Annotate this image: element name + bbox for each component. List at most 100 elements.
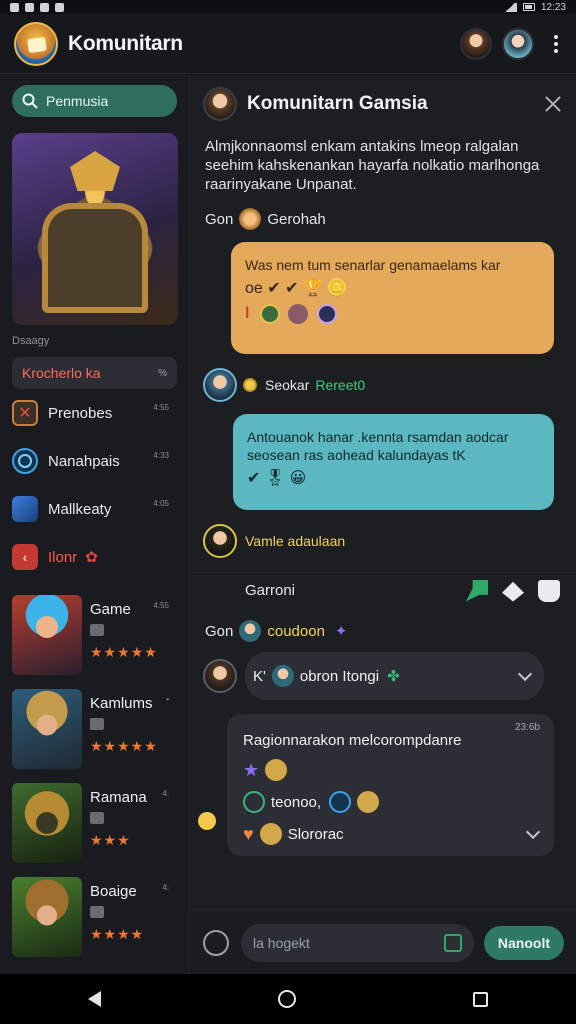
star-rating: ★★★★★ — [90, 738, 158, 754]
message-text: Was nem tum senarlar genamaelams kar — [245, 257, 501, 273]
sidebar-item-label: Mallkeaty — [48, 500, 112, 518]
more-options-icon[interactable] — [550, 31, 562, 57]
emoji-icon[interactable] — [203, 929, 229, 956]
message-sender-row: Gon Gerohah — [191, 208, 576, 230]
heart-icon: ♥ — [243, 823, 254, 844]
recent-apps-icon[interactable] — [472, 991, 488, 1007]
game-name: Ramana — [90, 789, 147, 806]
tool-row: Garroni — [191, 572, 576, 608]
game-thumbnail — [12, 595, 82, 675]
sidebar-item-label: Nanahpais — [48, 452, 120, 470]
game-card[interactable]: Boaige ★★★★ 4: — [12, 877, 177, 957]
sidebar-item-meta: 4:55 — [153, 403, 169, 412]
scroll-to-bottom-button[interactable] — [198, 812, 216, 830]
game-meta: 4: — [162, 789, 169, 798]
reaction-avatar[interactable] — [288, 304, 309, 324]
chat-avatar[interactable] — [203, 87, 237, 121]
status-bar: 12:23 — [0, 0, 576, 14]
battery-icon — [522, 3, 535, 11]
sidebar-item-prenobes[interactable]: ✕ Prenobes 4:55 — [12, 389, 177, 437]
game-thumbnail — [12, 689, 82, 769]
collapsible-thread[interactable]: K' obron Itongi ✤ — [245, 652, 544, 700]
arrow-icon: ‹ — [12, 544, 38, 570]
row-label: coudoon — [267, 622, 325, 640]
sender-prefix: Gon — [205, 210, 234, 228]
game-meta: 4:55 — [153, 601, 169, 610]
card-emoji-row: ★ — [243, 759, 538, 781]
row-avatar[interactable] — [239, 620, 262, 642]
card-title: Ragionnarakon melcorompdanre — [243, 732, 462, 749]
notification-icon — [55, 2, 64, 12]
message-bubble[interactable]: Was nem tum senarlar genamaelams kar oe … — [231, 242, 554, 354]
badge-icon — [265, 759, 288, 781]
send-button[interactable]: Nanoolt — [483, 925, 564, 960]
accordion-row: K' obron Itongi ✤ — [191, 652, 576, 700]
message-input[interactable]: la hogekt — [241, 923, 474, 962]
card-line-text: Slororac — [287, 825, 344, 843]
sidebar-item-nanahpais[interactable]: Nanahpais 4:33 — [12, 437, 177, 485]
thermometer-icon: ǀ — [245, 305, 250, 323]
section-tag: % — [158, 367, 167, 379]
sender-avatar[interactable] — [239, 208, 262, 230]
user-row[interactable]: Vamle adaulaan — [191, 524, 576, 558]
sidebar-item-meta: 4:05 — [153, 499, 169, 508]
featured-hero-image[interactable] — [12, 133, 178, 325]
search-input[interactable]: Penmusia — [12, 85, 177, 117]
game-card[interactable]: Ramana ★★★ 4: — [12, 783, 177, 863]
message-text: Antouanok hanar .kennta rsamdan aodcar s… — [247, 429, 509, 463]
app-title: Komunitarn — [68, 31, 183, 55]
gon-row: Gon coudoon ✦ — [191, 620, 576, 642]
message-emoji: oe ✔ ✔ 🏆 🪙 — [245, 280, 348, 297]
sender-avatar[interactable] — [203, 368, 237, 402]
user-avatar[interactable] — [460, 27, 492, 60]
reaction-avatar[interactable] — [259, 304, 280, 324]
lightning-icon: ✦ — [334, 623, 348, 640]
sender-avatar[interactable] — [203, 659, 237, 693]
message-card[interactable]: 23:6b Ragionnarakon melcorompdanre ★ teo… — [227, 714, 554, 856]
close-icon[interactable] — [542, 93, 564, 115]
gamepad-icon — [90, 718, 104, 730]
app-header: Komunitarn — [0, 14, 576, 74]
music-icon[interactable] — [502, 581, 524, 602]
game-thumbnail — [12, 877, 82, 957]
attach-icon[interactable] — [443, 933, 462, 952]
sidebar-item-mallkeaty[interactable]: Mallkeaty 4:05 — [12, 485, 177, 533]
friend-avatar[interactable] — [502, 27, 534, 60]
card-line: teonoo, — [243, 791, 538, 813]
game-name: Game — [90, 601, 131, 618]
home-icon[interactable] — [277, 990, 296, 1008]
notification-icons — [10, 2, 64, 12]
game-card[interactable]: Kamlums ★★★★★ • — [12, 689, 177, 769]
game-meta: 4: — [162, 883, 169, 892]
hero-caption: Dsaagy — [12, 335, 50, 347]
gamepad-icon — [90, 812, 104, 824]
game-name: Boaige — [90, 883, 137, 900]
sidebar-item-ilonr[interactable]: ‹ Ilonr ✿ — [12, 533, 177, 581]
sidebar-item-label: Ilonr — [48, 548, 78, 566]
cup-icon[interactable] — [538, 579, 560, 602]
section-header[interactable]: Krocherlo ka % — [12, 357, 177, 389]
reaction-avatar[interactable] — [316, 304, 337, 324]
thread-label: obron Itongi — [299, 667, 380, 685]
sender-status: Rereet0 — [315, 377, 366, 393]
sender-name: Gerohah — [267, 210, 326, 228]
tool-row-label: Garroni — [245, 582, 296, 599]
notification-icon — [25, 2, 34, 12]
chevron-down-icon[interactable] — [517, 666, 533, 682]
game-card[interactable]: Game ★★★★★ 4:55 — [12, 595, 177, 675]
chat-panel: Komunitarn Gamsia Almjkonnaomsl enkam an… — [191, 75, 576, 974]
gamepad-icon — [90, 906, 104, 918]
chat-header: Komunitarn Gamsia — [191, 75, 576, 133]
sidebar-item-label: Prenobes — [48, 404, 113, 422]
chevron-down-icon[interactable] — [525, 824, 541, 840]
message-bubble[interactable]: Antouanok hanar .kennta rsamdan aodcar s… — [233, 414, 554, 510]
status-time: 12:23 — [540, 1, 566, 13]
thread-prefix: K' — [253, 667, 266, 685]
moon-icon — [12, 496, 38, 522]
back-icon[interactable] — [88, 991, 102, 1007]
message-placeholder: la hogekt — [253, 934, 310, 951]
notification-icon — [10, 2, 19, 12]
sidebar-item-meta: 4:33 — [153, 451, 169, 460]
star-rating: ★★★★ — [90, 926, 145, 942]
pin-icon[interactable] — [466, 579, 488, 602]
